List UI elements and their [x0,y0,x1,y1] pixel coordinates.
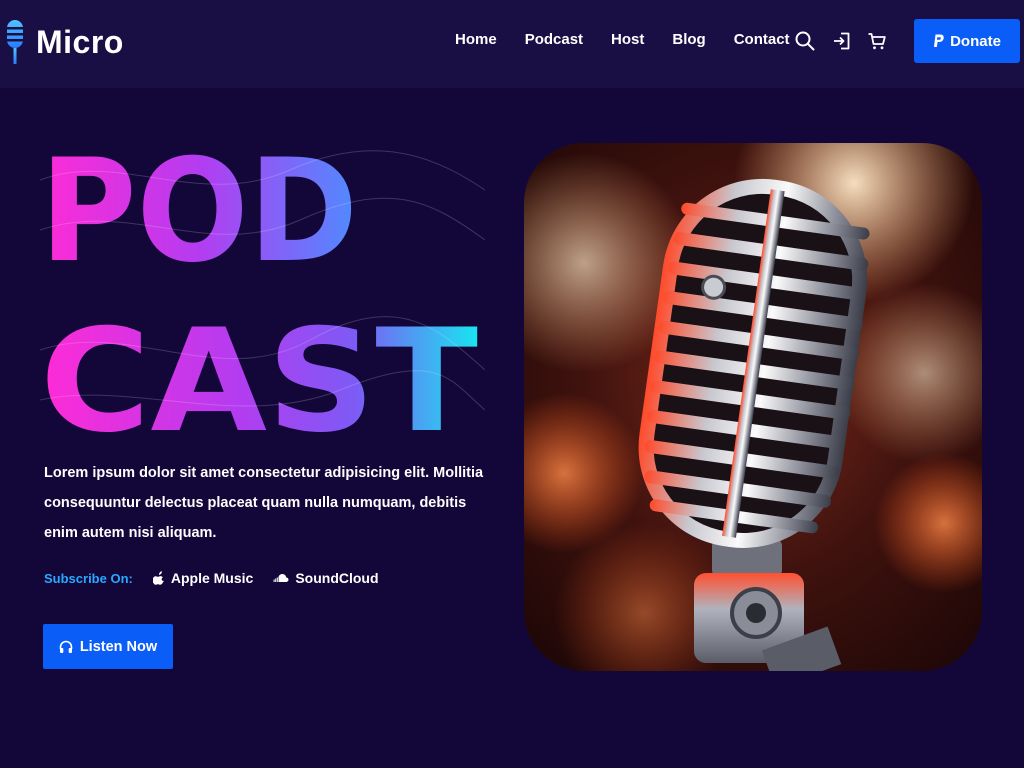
nav-contact[interactable]: Contact [734,30,790,50]
nav-host[interactable]: Host [611,30,644,50]
login-icon[interactable] [832,31,852,51]
nav-blog[interactable]: Blog [672,30,705,50]
microphone-image [524,143,982,671]
nav-home[interactable]: Home [455,30,497,50]
paypal-icon [934,34,944,47]
hero-title: POD CAST [40,140,485,440]
donate-button[interactable]: Donate [914,19,1020,63]
subscribe-row: Subscribe On: Apple Music SoundCloud [44,568,399,588]
main-nav: Home Podcast Host Blog Contact [455,30,790,50]
nav-podcast[interactable]: Podcast [525,30,583,50]
brand-name: Micro [36,23,124,60]
apple-icon [152,571,164,585]
cart-icon[interactable] [867,31,887,51]
soundcloud-icon [273,574,289,582]
soundcloud-link[interactable]: SoundCloud [273,570,379,586]
donate-label: Donate [950,32,1001,50]
headphones-icon [59,640,73,653]
listen-now-label: Listen Now [79,638,158,655]
site-header: Micro Home Podcast Host Blog Contact Don… [0,0,1024,88]
apple-music-link[interactable]: Apple Music [152,570,254,586]
hero-description: Lorem ipsum dolor sit amet consectetur a… [44,465,484,541]
listen-now-button[interactable]: Listen Now [43,624,173,669]
search-icon[interactable] [795,31,815,51]
microphone-logo-icon [7,20,23,64]
soundcloud-label: SoundCloud [295,570,379,586]
hero-title-line1: POD [40,140,358,294]
subscribe-label: Subscribe On: [44,570,133,586]
brand-logo[interactable]: Micro [6,20,124,64]
apple-music-label: Apple Music [170,570,254,586]
